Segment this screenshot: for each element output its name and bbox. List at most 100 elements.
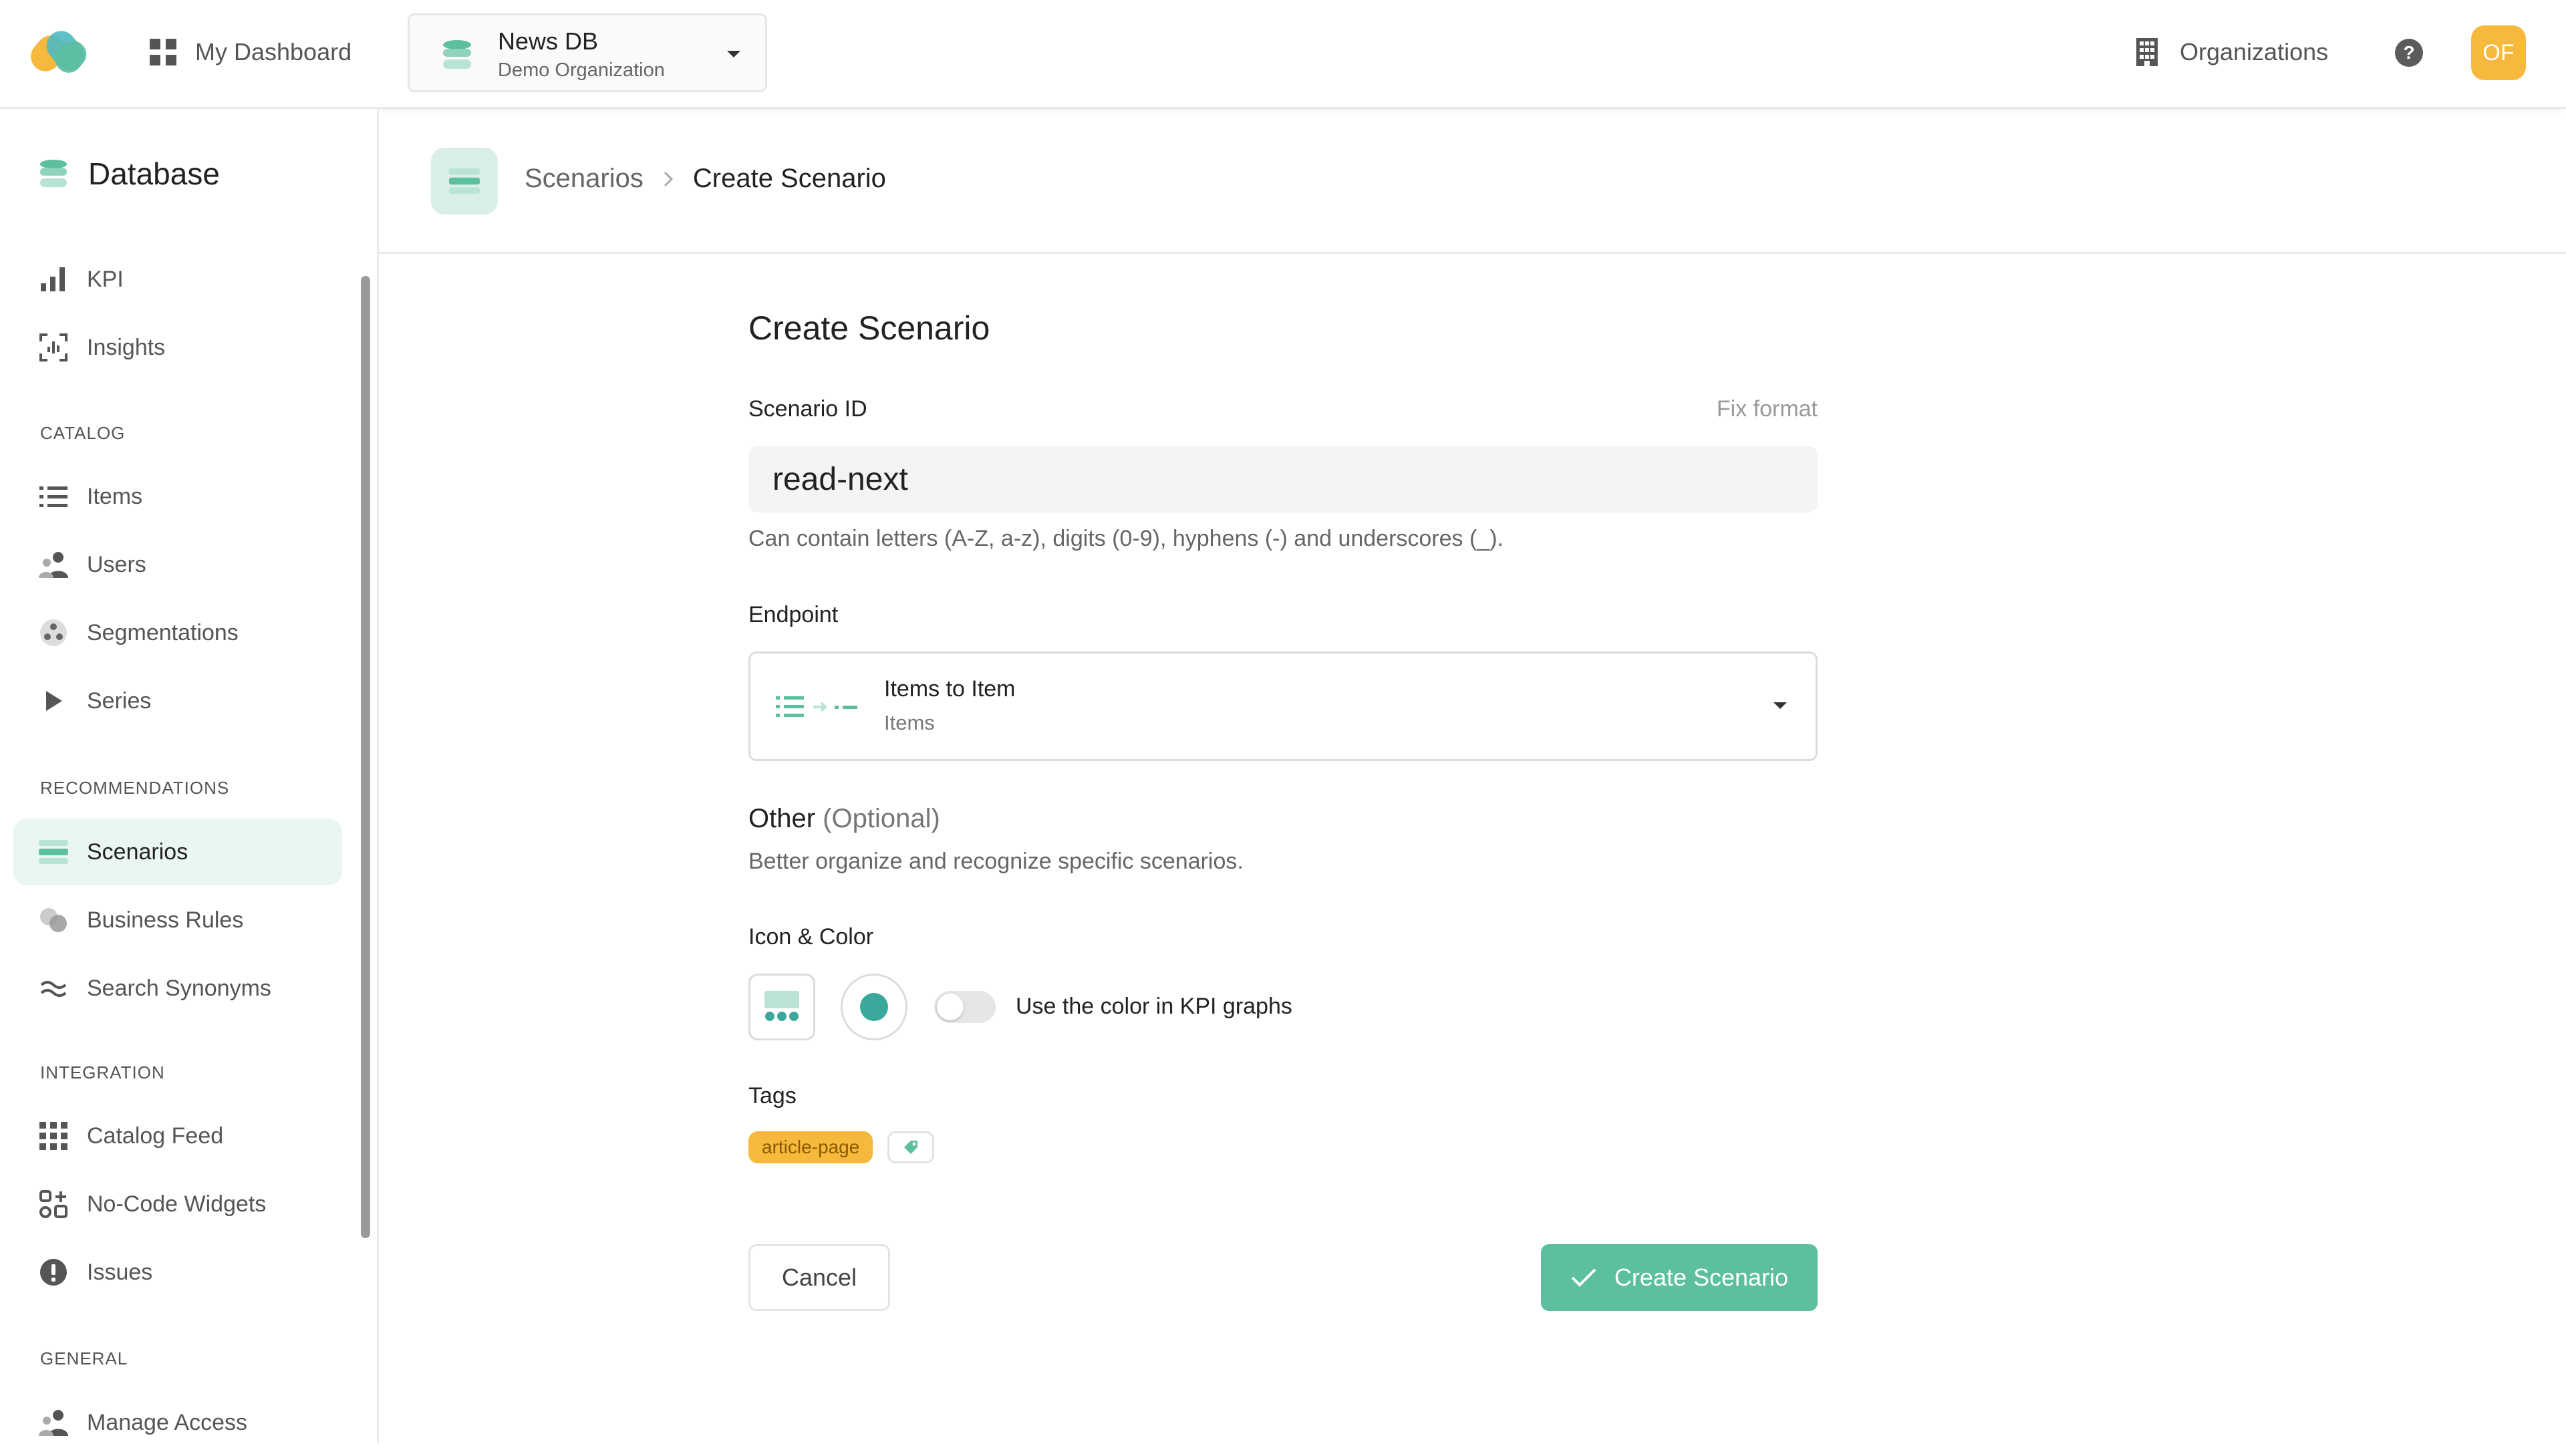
create-scenario-label: Create Scenario bbox=[1614, 1264, 1789, 1291]
widgets-icon bbox=[39, 1189, 68, 1219]
endpoint-title: Items to Item bbox=[884, 676, 1016, 702]
app-logo[interactable] bbox=[31, 27, 95, 75]
add-tag-button[interactable] bbox=[887, 1131, 934, 1163]
section-recommendations: RECOMMENDATIONS bbox=[40, 778, 230, 798]
scenario-id-input[interactable] bbox=[748, 446, 1818, 513]
users-icon bbox=[39, 550, 68, 579]
help-icon[interactable]: ? bbox=[2395, 39, 2423, 67]
sidebar-item-business-rules[interactable]: Business Rules bbox=[13, 887, 342, 954]
breadcrumb-bar: Scenarios Create Scenario bbox=[379, 109, 2566, 254]
sidebar-item-label: No-Code Widgets bbox=[87, 1191, 267, 1217]
sidebar: Database KPI Insights CATALOG Items User… bbox=[0, 109, 379, 1443]
sidebar-item-label: Scenarios bbox=[87, 839, 188, 865]
sidebar-item-users[interactable]: Users bbox=[13, 531, 342, 598]
user-avatar[interactable]: OF bbox=[2471, 25, 2526, 80]
sidebar-title: Database bbox=[39, 156, 220, 192]
sidebar-item-series[interactable]: Series bbox=[13, 668, 342, 734]
sidebar-item-label: Users bbox=[87, 551, 146, 577]
endpoint-select[interactable]: Items to Item Items bbox=[748, 651, 1818, 761]
play-icon bbox=[39, 686, 68, 716]
database-icon bbox=[443, 40, 471, 69]
endpoint-subtitle: Items bbox=[884, 711, 935, 734]
sidebar-item-catalog-feed[interactable]: Catalog Feed bbox=[13, 1103, 342, 1169]
sidebar-scrollbar[interactable] bbox=[361, 276, 370, 1238]
kpi-color-toggle-label: Use the color in KPI graphs bbox=[1016, 994, 1292, 1019]
tag-icon bbox=[904, 1141, 917, 1154]
caret-down-icon bbox=[1773, 702, 1787, 709]
sidebar-item-label: Issues bbox=[87, 1259, 153, 1285]
sidebar-item-label: Segmentations bbox=[87, 619, 239, 645]
sidebar-item-label: Items bbox=[87, 483, 143, 509]
sidebar-item-search-synonyms[interactable]: Search Synonyms bbox=[13, 955, 342, 1022]
scenarios-icon bbox=[431, 148, 498, 214]
sidebar-item-segmentations[interactable]: Segmentations bbox=[13, 599, 342, 666]
sidebar-item-label: Search Synonyms bbox=[87, 975, 271, 1001]
section-catalog: CATALOG bbox=[40, 423, 126, 443]
database-selector[interactable]: News DB Demo Organization bbox=[408, 13, 767, 92]
create-scenario-button[interactable]: Create Scenario bbox=[1541, 1244, 1818, 1311]
endpoint-label: Endpoint bbox=[748, 602, 839, 627]
organizations-label: Organizations bbox=[2180, 38, 2329, 65]
sidebar-item-issues[interactable]: Issues bbox=[13, 1239, 342, 1306]
optional-label: (Optional) bbox=[823, 804, 940, 833]
sidebar-item-label: Business Rules bbox=[87, 907, 244, 933]
selected-color-swatch bbox=[860, 993, 888, 1021]
bar-chart-icon bbox=[39, 265, 68, 294]
breadcrumb-current: Create Scenario bbox=[692, 164, 886, 193]
section-general: GENERAL bbox=[40, 1348, 128, 1368]
segmentations-icon bbox=[39, 618, 68, 647]
scenario-id-hint: Can contain letters (A-Z, a-z), digits (… bbox=[748, 526, 1504, 551]
chevron-right-icon bbox=[664, 171, 673, 186]
sidebar-item-label: Catalog Feed bbox=[87, 1123, 224, 1149]
alert-circle-icon bbox=[39, 1258, 68, 1287]
sidebar-item-label: KPI bbox=[87, 266, 124, 292]
scenarios-icon bbox=[39, 837, 68, 867]
sidebar-item-scenarios[interactable]: Scenarios bbox=[13, 819, 342, 885]
icon-color-label: Icon & Color bbox=[748, 924, 874, 950]
toggle-knob bbox=[937, 994, 964, 1020]
organization-name: Demo Organization bbox=[498, 59, 665, 81]
sidebar-item-no-code-widgets[interactable]: No-Code Widgets bbox=[13, 1171, 342, 1237]
tag-chip[interactable]: article-page bbox=[748, 1131, 873, 1163]
sidebar-item-manage-access[interactable]: Manage Access bbox=[13, 1389, 342, 1456]
sidebar-item-items[interactable]: Items bbox=[13, 463, 342, 530]
fix-format-link[interactable]: Fix format bbox=[1717, 396, 1818, 422]
kpi-color-toggle[interactable] bbox=[934, 991, 996, 1023]
database-icon bbox=[39, 159, 67, 188]
tags-label: Tags bbox=[748, 1083, 797, 1109]
breadcrumb-scenarios-link[interactable]: Scenarios bbox=[525, 164, 644, 194]
building-icon bbox=[2136, 38, 2158, 66]
scenario-id-label: Scenario ID bbox=[748, 396, 867, 422]
color-picker-button[interactable] bbox=[841, 974, 907, 1040]
organizations-link[interactable]: Organizations bbox=[2136, 33, 2328, 71]
sidebar-item-label: Insights bbox=[87, 334, 166, 360]
check-icon bbox=[1571, 1268, 1596, 1287]
insights-icon bbox=[39, 333, 68, 362]
caret-down-icon bbox=[727, 51, 740, 57]
approx-icon bbox=[39, 974, 68, 1003]
users-icon bbox=[39, 1408, 68, 1437]
database-name: News DB bbox=[498, 27, 599, 55]
sidebar-item-kpi[interactable]: KPI bbox=[13, 246, 342, 313]
other-section-title: Other (Optional) bbox=[748, 804, 940, 834]
other-description: Better organize and recognize specific s… bbox=[748, 849, 1244, 874]
top-bar: My Dashboard News DB Demo Organization O… bbox=[0, 0, 2566, 109]
cancel-button[interactable]: Cancel bbox=[748, 1244, 890, 1311]
grid-dots-icon bbox=[39, 1121, 68, 1151]
my-dashboard-link[interactable]: My Dashboard bbox=[148, 33, 351, 71]
sidebar-item-label: Series bbox=[87, 688, 152, 714]
icon-picker-button[interactable] bbox=[748, 974, 815, 1040]
sidebar-item-insights[interactable]: Insights bbox=[13, 314, 342, 381]
other-label: Other bbox=[748, 804, 816, 833]
my-dashboard-label: My Dashboard bbox=[195, 38, 352, 65]
breadcrumb: Scenarios Create Scenario bbox=[525, 164, 886, 194]
sidebar-title-label: Database bbox=[88, 156, 220, 191]
sidebar-item-label: Manage Access bbox=[87, 1409, 248, 1435]
scenario-preview-icon bbox=[764, 991, 799, 1021]
business-rules-icon bbox=[39, 905, 68, 935]
form-title: Create Scenario bbox=[748, 309, 990, 347]
grid-icon bbox=[150, 39, 176, 65]
items-to-item-icon bbox=[776, 696, 857, 717]
list-icon bbox=[39, 482, 68, 511]
section-integration: INTEGRATION bbox=[40, 1062, 165, 1082]
